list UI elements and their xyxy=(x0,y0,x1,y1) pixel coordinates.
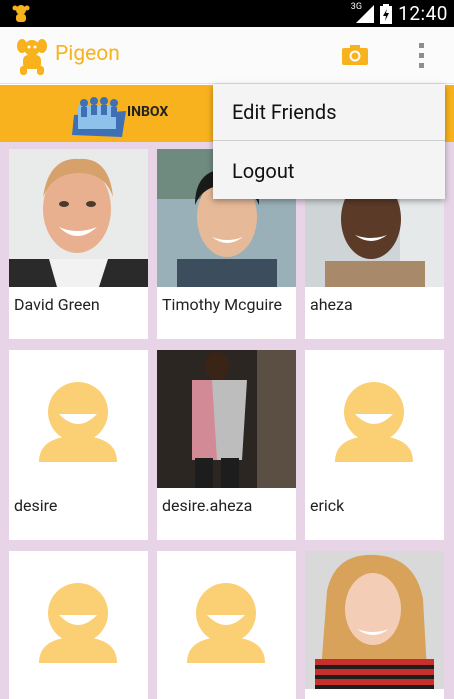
signal-icon xyxy=(356,4,375,23)
friend-card[interactable] xyxy=(305,551,444,699)
friend-photo xyxy=(157,350,296,488)
clock: 12:40 xyxy=(398,2,448,25)
battery-icon xyxy=(380,3,393,24)
friend-card[interactable] xyxy=(157,551,296,699)
camera-icon xyxy=(342,45,368,65)
overflow-dot-icon xyxy=(418,52,424,58)
default-avatar-icon xyxy=(9,551,148,689)
friend-card[interactable]: desire xyxy=(9,350,148,540)
default-avatar-icon xyxy=(9,350,148,488)
friend-name: desire xyxy=(14,496,58,515)
friend-name: desire.aheza xyxy=(162,496,253,515)
inbox-icon xyxy=(72,97,126,137)
overflow-menu: Edit Friends Logout xyxy=(213,84,445,199)
action-bar: Pigeon xyxy=(0,27,454,84)
tab-inbox-label: INBOX xyxy=(127,104,169,120)
app-notification-icon xyxy=(12,5,30,22)
menu-item-edit-friends[interactable]: Edit Friends xyxy=(213,84,445,141)
overflow-menu-button[interactable] xyxy=(408,40,434,70)
app-title: Pigeon xyxy=(55,42,120,66)
default-avatar-icon xyxy=(305,350,444,488)
friend-name: aheza xyxy=(310,295,353,314)
friend-card[interactable]: desire.aheza xyxy=(157,350,296,540)
friend-card[interactable]: David Green xyxy=(9,149,148,339)
friend-card[interactable]: erick xyxy=(305,350,444,540)
menu-item-logout[interactable]: Logout xyxy=(213,142,445,199)
friend-photo xyxy=(9,149,148,287)
friend-name: erick xyxy=(310,496,345,515)
friend-card[interactable] xyxy=(9,551,148,699)
friends-grid: David Green Timothy Mcguire aheza desire… xyxy=(0,142,454,699)
overflow-dot-icon xyxy=(418,62,424,68)
tab-inbox[interactable]: INBOX xyxy=(0,85,227,142)
camera-button[interactable] xyxy=(340,40,370,70)
pigeon-logo-icon[interactable] xyxy=(12,36,50,76)
friend-photo xyxy=(305,551,444,689)
default-avatar-icon xyxy=(157,551,296,689)
status-bar: 3G 12:40 xyxy=(0,0,454,27)
friend-name: David Green xyxy=(14,295,100,314)
overflow-dot-icon xyxy=(418,42,424,48)
friend-name: Timothy Mcguire xyxy=(162,295,282,314)
